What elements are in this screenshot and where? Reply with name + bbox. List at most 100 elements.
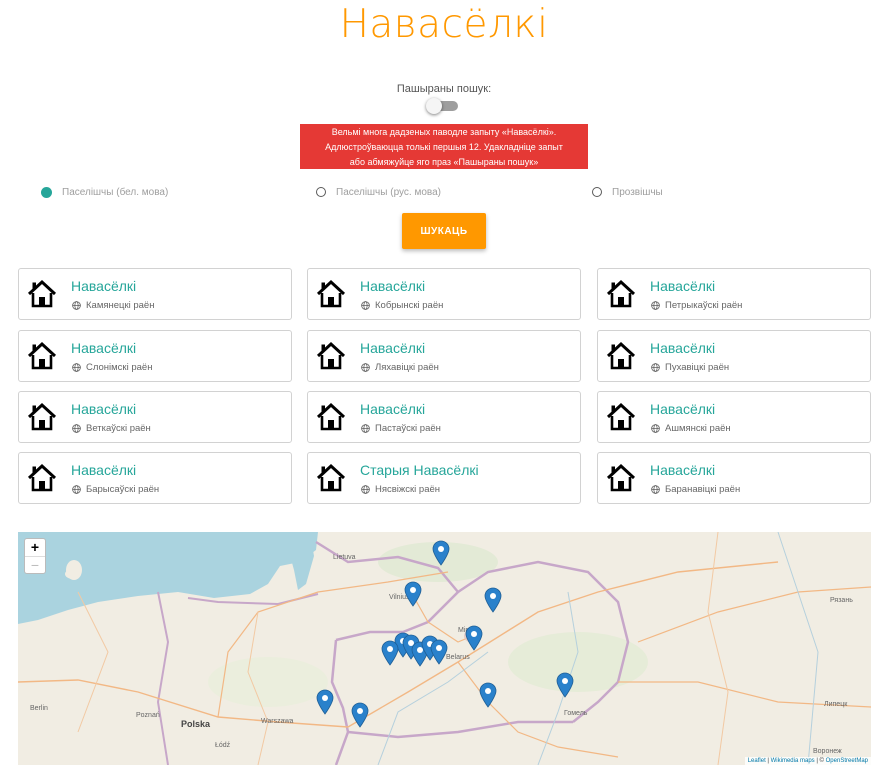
globe-icon [72, 301, 81, 310]
district-line: Слонімскі раён [72, 362, 152, 373]
house-icon [315, 402, 347, 432]
globe-icon [72, 424, 81, 433]
radio-checked-icon [41, 186, 52, 198]
district-name: Баранавіцкі раён [665, 484, 741, 495]
alert-line: або абмяжуйце яго праз «Пашыраны пошук» [349, 157, 539, 167]
district-line: Баранавіцкі раён [651, 484, 740, 495]
map-label-lietuva: Lietuva [333, 554, 356, 561]
globe-icon [72, 485, 81, 494]
result-card[interactable]: Навасёлкі Камянецкі раён [18, 268, 292, 320]
page-title: Навасёлкі [339, 2, 549, 47]
district-line: Ашмянскі раён [651, 423, 731, 434]
house-icon [26, 279, 58, 309]
search-button[interactable]: ШУКАЦЬ [402, 213, 486, 249]
map-label-lodz: Łódź [215, 742, 231, 749]
district-name: Пухавіцкі раён [665, 362, 730, 373]
house-icon [605, 279, 637, 309]
district-name: Слонімскі раён [86, 362, 153, 373]
radio-settlements-be[interactable]: Паселішчы (бел. мова) [41, 184, 168, 200]
settlement-name: Навасёлкі [650, 401, 716, 417]
globe-icon [651, 424, 660, 433]
map-marker-icon[interactable] [351, 702, 369, 728]
warning-alert: Вельмі многа дадзеных паводле запыту «На… [300, 124, 588, 169]
map-marker-icon[interactable] [484, 587, 502, 613]
globe-icon [361, 485, 370, 494]
district-line: Барысаўскі раён [72, 484, 159, 495]
map-marker-icon[interactable] [404, 581, 422, 607]
house-icon [26, 341, 58, 371]
district-line: Кобрынскі раён [361, 300, 443, 311]
map-label-berlin: Berlin [30, 705, 48, 712]
settlement-name: Навасёлкі [360, 340, 426, 356]
globe-icon [651, 485, 660, 494]
settlement-name: Навасёлкі [71, 401, 137, 417]
openstreetmap-link[interactable]: OpenStreetMap [826, 758, 868, 764]
zoom-control: + − [24, 538, 46, 574]
settlement-name: Старыя Навасёлкі [360, 462, 479, 478]
district-name: Ашмянскі раён [665, 423, 731, 434]
result-card[interactable]: Навасёлкі Ашмянскі раён [597, 391, 871, 443]
zoom-out-button[interactable]: − [25, 557, 45, 574]
advanced-search-toggle[interactable] [424, 97, 460, 115]
result-card[interactable]: Навасёлкі Петрыкаўскі раён [597, 268, 871, 320]
globe-icon [72, 363, 81, 372]
settlement-name: Навасёлкі [360, 278, 426, 294]
result-card[interactable]: Навасёлкі Веткаўскі раён [18, 391, 292, 443]
district-line: Веткаўскі раён [72, 423, 151, 434]
toggle-knob [426, 98, 442, 114]
globe-icon [651, 301, 660, 310]
district-name: Нясвіжскі раён [375, 484, 441, 495]
result-card[interactable]: Навасёлкі Пухавіцкі раён [597, 330, 871, 382]
map-marker-icon[interactable] [432, 540, 450, 566]
map-view[interactable]: Lietuva Vilnius Minsk Belarus Polska War… [18, 532, 871, 765]
result-card[interactable]: Навасёлкі Баранавіцкі раён [597, 452, 871, 504]
radio-settlements-ru[interactable]: Паселішчы (рус. мова) [316, 184, 441, 200]
house-icon [605, 341, 637, 371]
settlement-name: Навасёлкі [71, 340, 137, 356]
district-line: Пухавіцкі раён [651, 362, 729, 373]
leaflet-link[interactable]: Leaflet [748, 758, 766, 764]
radio-label: Прозвішчы [612, 186, 663, 198]
zoom-in-button[interactable]: + [25, 539, 45, 557]
alert-line: Адлюстроўваюцца толькі першыя 12. Удакла… [325, 142, 563, 152]
radio-unchecked-icon [592, 187, 602, 197]
map-label-lipetsk: Липецк [824, 701, 848, 708]
district-name: Ляхавіцкі раён [375, 362, 439, 373]
district-name: Кобрынскі раён [375, 300, 444, 311]
result-card[interactable]: Навасёлкі Ляхавіцкі раён [307, 330, 581, 382]
wikimedia-maps-link[interactable]: Wikimedia maps [771, 758, 815, 764]
advanced-search-label: Пашыраны пошук: [396, 83, 492, 95]
house-icon [315, 341, 347, 371]
district-name: Петрыкаўскі раён [665, 300, 743, 311]
settlement-name: Навасёлкі [650, 340, 716, 356]
result-card[interactable]: Навасёлкі Пастаўскі раён [307, 391, 581, 443]
district-line: Пастаўскі раён [361, 423, 441, 434]
district-line: Нясвіжскі раён [361, 484, 440, 495]
result-card[interactable]: Навасёлкі Слонімскі раён [18, 330, 292, 382]
map-attribution: Leaflet | Wikimedia maps | © OpenStreetM… [744, 757, 871, 765]
map-label-ryazan: Рязань [830, 597, 853, 604]
map-label-polska: Polska [181, 719, 211, 729]
district-line: Ляхавіцкі раён [361, 362, 439, 373]
map-marker-icon[interactable] [381, 640, 399, 666]
map-label-poznan: Poznań [136, 712, 160, 719]
radio-surnames[interactable]: Прозвішчы [592, 184, 663, 200]
map-marker-icon[interactable] [479, 682, 497, 708]
settlement-name: Навасёлкі [650, 462, 716, 478]
map-label-voronezh: Воронеж [813, 748, 842, 755]
map-marker-icon[interactable] [316, 689, 334, 715]
house-icon [315, 279, 347, 309]
map-label-gomel: Гомель [564, 710, 588, 717]
result-card[interactable]: Навасёлкі Кобрынскі раён [307, 268, 581, 320]
result-card[interactable]: Навасёлкі Барысаўскі раён [18, 452, 292, 504]
map-marker-icon[interactable] [430, 639, 448, 665]
radio-unchecked-icon [316, 187, 326, 197]
result-card[interactable]: Старыя Навасёлкі Нясвіжскі раён [307, 452, 581, 504]
map-marker-icon[interactable] [556, 672, 574, 698]
map-label-belarus: Belarus [446, 654, 470, 661]
district-name: Веткаўскі раён [86, 423, 151, 434]
district-name: Пастаўскі раён [375, 423, 441, 434]
settlement-name: Навасёлкі [360, 401, 426, 417]
map-marker-icon[interactable] [465, 625, 483, 651]
house-icon [315, 463, 347, 493]
